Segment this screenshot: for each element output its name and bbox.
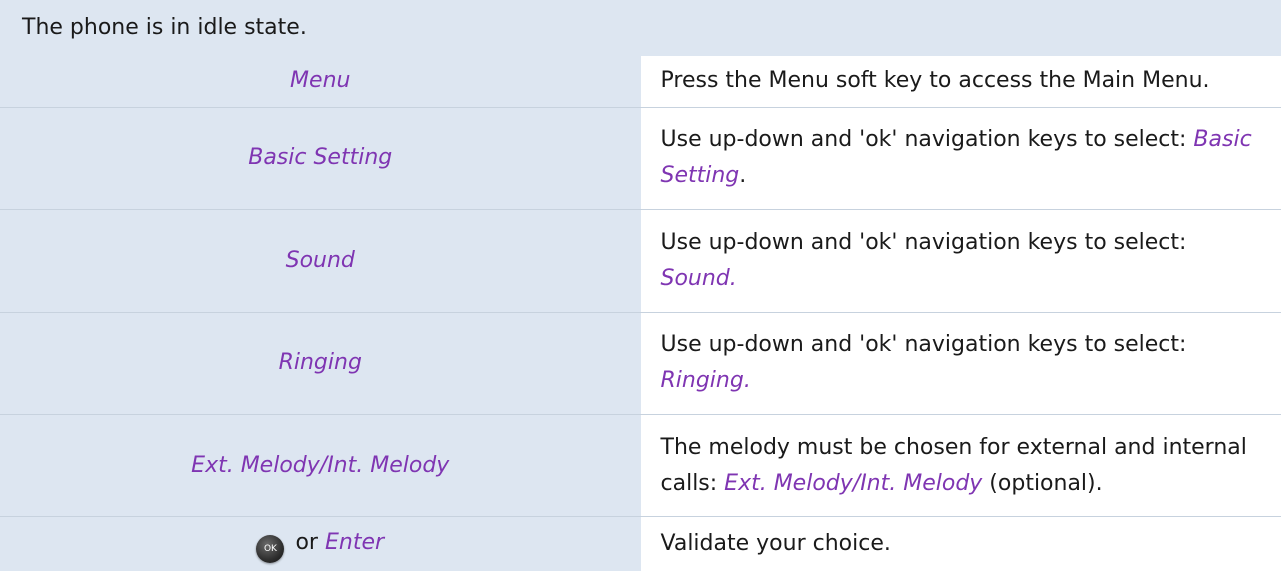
desc-suffix: . — [739, 163, 747, 189]
desc-keyword: Sound. — [660, 265, 737, 291]
desc-cell: Use up-down and 'ok' navigation keys to … — [640, 107, 1281, 211]
desc-cell: The melody must be chosen for external a… — [640, 414, 1281, 518]
key-cell: Sound — [0, 209, 641, 313]
key-cell: Ext. Melody/Int. Melody — [0, 414, 641, 518]
desc-text: Validate your choice. — [660, 531, 891, 557]
key-label-melody: Ext. Melody/Int. Melody — [191, 452, 450, 478]
desc-suffix: (optional). — [982, 470, 1103, 496]
desc-text: Press the Menu soft key to access the Ma… — [660, 68, 1210, 94]
table-row: OK or Enter Validate your choice. — [0, 516, 1281, 571]
desc-cell: Validate your choice. — [640, 516, 1281, 571]
table-row: Basic Setting Use up-down and 'ok' navig… — [0, 107, 1281, 211]
key-or-text: or — [295, 530, 318, 556]
key-label-enter: Enter — [324, 530, 385, 556]
desc-cell: Use up-down and 'ok' navigation keys to … — [640, 312, 1281, 416]
table-row: Menu Press the Menu soft key to access t… — [0, 56, 1281, 108]
desc-keyword: Ext. Melody/Int. Melody — [724, 470, 983, 496]
table-row: Ext. Melody/Int. Melody The melody must … — [0, 414, 1281, 518]
desc-prefix: Use up-down and 'ok' navigation keys to … — [660, 332, 1187, 358]
desc-prefix: Use up-down and 'ok' navigation keys to … — [660, 127, 1194, 153]
table-row: Ringing Use up-down and 'ok' navigation … — [0, 312, 1281, 416]
key-cell: Basic Setting — [0, 107, 641, 211]
key-cell: OK or Enter — [0, 516, 641, 571]
table-header-row: The phone is in idle state. — [0, 0, 1281, 56]
key-label-menu: Menu — [290, 68, 351, 94]
key-cell: Ringing — [0, 312, 641, 416]
desc-cell: Press the Menu soft key to access the Ma… — [640, 56, 1281, 108]
header-text: The phone is in idle state. — [0, 0, 1281, 56]
procedure-table: The phone is in idle state. Menu Press t… — [0, 0, 1281, 571]
key-cell: Menu — [0, 56, 641, 108]
desc-cell: Use up-down and 'ok' navigation keys to … — [640, 209, 1281, 313]
key-label-sound: Sound — [285, 247, 355, 273]
key-label-basic-setting: Basic Setting — [248, 145, 393, 171]
ok-button-icon: OK — [256, 535, 285, 564]
table-row: Sound Use up-down and 'ok' navigation ke… — [0, 209, 1281, 313]
desc-prefix: Use up-down and 'ok' navigation keys to … — [660, 229, 1187, 255]
key-label-ringing: Ringing — [278, 350, 362, 376]
desc-keyword: Ringing. — [660, 368, 751, 394]
